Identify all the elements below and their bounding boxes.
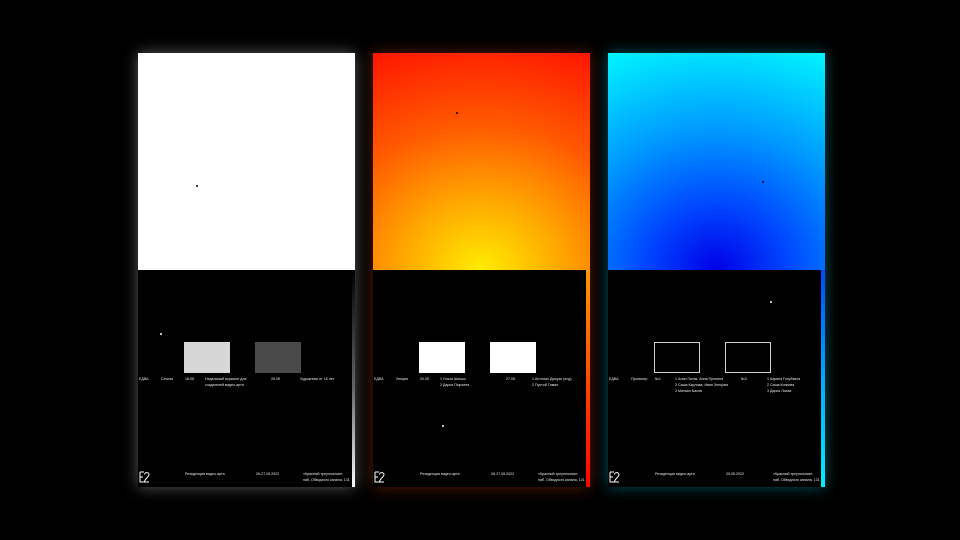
e2-logo-icon bbox=[374, 471, 385, 483]
poster-3-list-b-item1: 1 Карина Голубкина bbox=[767, 377, 801, 381]
poster-3-footer-title: Резиденция видео-арта bbox=[655, 472, 695, 476]
poster-2-dot-bottom bbox=[442, 425, 444, 427]
poster-2-swatch-2 bbox=[490, 342, 536, 373]
poster-3-dot-bottom bbox=[770, 301, 772, 303]
poster-1-swatch-dark bbox=[255, 342, 301, 373]
poster-3-label-b: №2 bbox=[741, 377, 747, 381]
poster-2-color-field bbox=[373, 53, 590, 270]
poster-3-list-b-item3: 3 Дарья Лихая bbox=[767, 389, 792, 393]
poster-1-footer-place-line2: наб. Обводного канала, 131 bbox=[303, 478, 350, 482]
poster-2-dot bbox=[456, 112, 458, 114]
poster-2-col2: Лекция bbox=[396, 377, 408, 381]
poster-1-color-field bbox=[138, 53, 355, 270]
poster-1-date-b: 25.05 bbox=[271, 377, 280, 381]
poster-1-footer-dates: 26-27.05.2022 bbox=[256, 472, 280, 476]
poster-3-footer-place-line2: наб. Обводного канала, 131 bbox=[773, 478, 820, 482]
poster-1-desc-b: Художники от 18 лет bbox=[300, 377, 335, 381]
e2-logo-icon bbox=[139, 471, 150, 483]
poster-1-desc-a-line2: создателей видео-арта bbox=[205, 383, 244, 387]
poster-2-side-strip bbox=[586, 270, 590, 487]
poster-2-footer-title: Резиденция видео-арта bbox=[420, 472, 460, 476]
poster-3-label-a: №1 bbox=[655, 377, 661, 381]
poster-2-list-b-item1: 1 Антонио Джоузо (eng) bbox=[532, 377, 572, 381]
poster-1-side-strip bbox=[352, 270, 355, 487]
poster-1-dot-bottom bbox=[160, 333, 162, 335]
poster-1-dot bbox=[196, 185, 198, 187]
poster-3-frame-1 bbox=[654, 342, 700, 373]
poster-2-footer-dates: 26-27.05.2022 bbox=[491, 472, 515, 476]
poster-2-list-a-item2: 2 Дарья Пырхина bbox=[440, 383, 470, 387]
poster-2-date-b: 27.05 bbox=[506, 377, 515, 381]
poster-2-footer-place-line2: наб. Обводного канала, 131 bbox=[538, 478, 585, 482]
poster-2-footer-place-line1: «Красный треугольник», bbox=[538, 472, 579, 476]
poster-1-desc-a-line1: Недельный воркшоп для bbox=[205, 377, 247, 381]
poster-3-list-a-item1: 1 Алин Питак, Анна Пронина bbox=[675, 377, 724, 381]
poster-3-list-a-item3: 3 Михаил Басов bbox=[675, 389, 702, 393]
poster-2-swatch-1 bbox=[419, 342, 465, 373]
poster-2-list-b-item2: 2 Пустой Тимин bbox=[532, 383, 559, 387]
poster-1-date-a: 18.05 bbox=[185, 377, 194, 381]
poster-2-list-a-item1: 1 Ольга Шишко bbox=[440, 377, 466, 381]
poster-3-dot bbox=[762, 181, 764, 183]
poster-3-frame-2 bbox=[725, 342, 771, 373]
poster-3-list-a-item2: 2 Саша Карлова, Иван Зенцова bbox=[675, 383, 728, 387]
poster-1-swatch-light bbox=[184, 342, 230, 373]
poster-3-footer-place-line1: «Красный треугольник», bbox=[773, 472, 814, 476]
poster-3: ЕДВА Просмотр №1 1 Алин Питак, Анна Прон… bbox=[608, 53, 825, 487]
poster-3-color-field bbox=[608, 53, 825, 270]
poster-3-col2: Просмотр bbox=[631, 377, 648, 381]
e2-logo-icon bbox=[609, 471, 620, 483]
poster-3-side-strip bbox=[821, 270, 825, 487]
poster-1-footer-place-line1: «Красный треугольник», bbox=[303, 472, 344, 476]
poster-2-date-a: 20.05 bbox=[420, 377, 429, 381]
poster-3-list-b-item2: 2 Саша Копьева bbox=[767, 383, 795, 387]
poster-1: ЕДВА Сессия 18.05 Недельный воркшоп для … bbox=[138, 53, 355, 487]
poster-3-col1: ЕДВА bbox=[609, 377, 619, 381]
poster-3-footer-dates: 29.05.2022 bbox=[726, 472, 744, 476]
poster-2-col1: ЕДВА bbox=[374, 377, 384, 381]
poster-1-col1: ЕДВА bbox=[139, 377, 149, 381]
poster-2: ЕДВА Лекция 20.05 1 Ольга Шишко 2 Дарья … bbox=[373, 53, 590, 487]
poster-1-footer-title: Резиденция видео-арта bbox=[185, 472, 225, 476]
poster-1-col2: Сессия bbox=[161, 377, 174, 381]
